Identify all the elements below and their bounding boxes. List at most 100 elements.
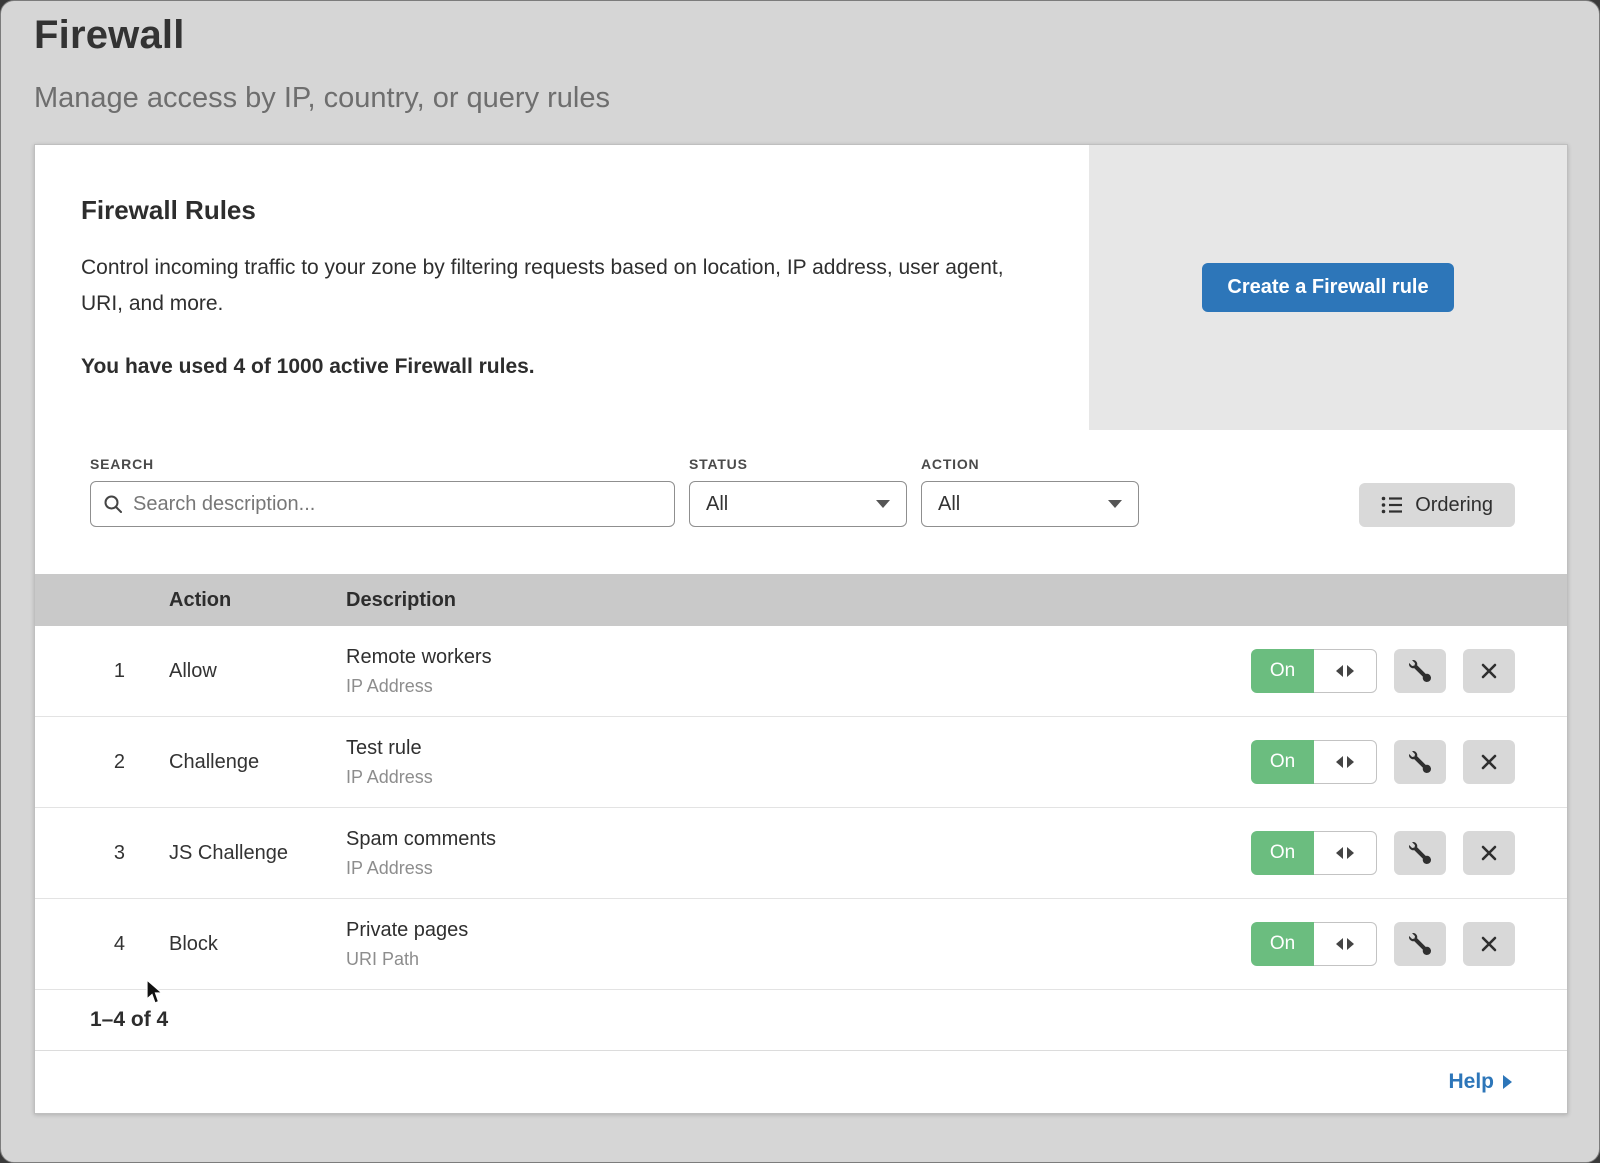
row-description-field: URI Path (346, 949, 1251, 970)
table-header: Action Description (35, 574, 1567, 626)
action-column-header: Action (169, 589, 346, 612)
arrow-right-icon (1503, 1075, 1512, 1089)
firewall-page: Firewall Manage access by IP, country, o… (0, 0, 1600, 1163)
arrow-right-icon (1347, 847, 1354, 859)
wrench-icon (1409, 842, 1431, 864)
description-column-header: Description (346, 589, 1567, 612)
delete-rule-button[interactable] (1463, 740, 1515, 784)
arrow-left-icon (1336, 847, 1343, 859)
status-selected-value: All (706, 493, 728, 516)
close-icon (1479, 752, 1499, 772)
ordered-list-icon (1381, 495, 1403, 515)
filters-bar: SEARCH STATUS All ACTION (35, 430, 1567, 574)
action-group: ACTION All (921, 456, 1139, 527)
row-description-field: IP Address (346, 858, 1251, 879)
arrow-right-icon (1347, 938, 1354, 950)
rule-toggle[interactable]: On (1251, 922, 1377, 966)
toggle-on-state[interactable]: On (1251, 831, 1314, 875)
rule-toggle[interactable]: On (1251, 649, 1377, 693)
toggle-off-handle[interactable] (1314, 740, 1377, 784)
arrow-right-icon (1347, 756, 1354, 768)
arrow-left-icon (1336, 938, 1343, 950)
row-action: JS Challenge (169, 842, 346, 865)
create-firewall-rule-button[interactable]: Create a Firewall rule (1202, 263, 1453, 312)
page-title: Firewall (34, 13, 1566, 58)
row-action: Allow (169, 660, 346, 683)
intro-section: Firewall Rules Control incoming traffic … (35, 145, 1567, 430)
row-action: Block (169, 933, 346, 956)
wrench-icon (1409, 751, 1431, 773)
table-row: 3 JS Challenge Spam comments IP Address … (35, 808, 1567, 899)
delete-rule-button[interactable] (1463, 922, 1515, 966)
row-controls: On (1251, 922, 1567, 966)
intro-action-panel: Create a Firewall rule (1089, 145, 1567, 430)
wrench-icon (1409, 660, 1431, 682)
search-icon (103, 494, 123, 514)
row-priority: 2 (35, 751, 169, 774)
toggle-on-state[interactable]: On (1251, 649, 1314, 693)
wrench-icon (1409, 933, 1431, 955)
chevron-down-icon (876, 500, 890, 508)
row-description-title: Private pages (346, 919, 1251, 942)
row-description: Test rule IP Address (346, 737, 1251, 788)
edit-rule-button[interactable] (1394, 740, 1446, 784)
ordering-button-label: Ordering (1415, 494, 1493, 517)
toggle-on-state[interactable]: On (1251, 740, 1314, 784)
intro-heading: Firewall Rules (81, 195, 1029, 226)
delete-rule-button[interactable] (1463, 649, 1515, 693)
toggle-off-handle[interactable] (1314, 831, 1377, 875)
row-description: Spam comments IP Address (346, 828, 1251, 879)
search-input[interactable] (133, 493, 662, 516)
row-description-field: IP Address (346, 676, 1251, 697)
status-dropdown[interactable]: All (689, 481, 907, 527)
pagination-text: 1–4 of 4 (90, 1008, 168, 1032)
help-footer: Help (35, 1050, 1567, 1113)
row-description: Private pages URI Path (346, 919, 1251, 970)
row-description-field: IP Address (346, 767, 1251, 788)
intro-text-block: Firewall Rules Control incoming traffic … (35, 145, 1089, 430)
row-controls: On (1251, 740, 1567, 784)
toggle-off-handle[interactable] (1314, 922, 1377, 966)
search-box (90, 481, 675, 527)
arrow-right-icon (1347, 665, 1354, 677)
action-dropdown[interactable]: All (921, 481, 1139, 527)
chevron-down-icon (1108, 500, 1122, 508)
delete-rule-button[interactable] (1463, 831, 1515, 875)
usage-text: You have used 4 of 1000 active Firewall … (81, 355, 1029, 379)
firewall-rules-card: Firewall Rules Control incoming traffic … (34, 144, 1568, 1114)
row-controls: On (1251, 831, 1567, 875)
row-action: Challenge (169, 751, 346, 774)
pagination-row: 1–4 of 4 (35, 990, 1567, 1050)
row-priority: 1 (35, 660, 169, 683)
status-group: STATUS All (689, 456, 907, 527)
rule-toggle[interactable]: On (1251, 831, 1377, 875)
status-label: STATUS (689, 456, 907, 472)
row-priority: 3 (35, 842, 169, 865)
close-icon (1479, 661, 1499, 681)
edit-rule-button[interactable] (1394, 649, 1446, 693)
close-icon (1479, 934, 1499, 954)
rule-toggle[interactable]: On (1251, 740, 1377, 784)
ordering-button[interactable]: Ordering (1359, 483, 1515, 527)
row-description-title: Spam comments (346, 828, 1251, 851)
page-subtitle: Manage access by IP, country, or query r… (34, 82, 1566, 115)
edit-rule-button[interactable] (1394, 922, 1446, 966)
action-label: ACTION (921, 456, 1139, 472)
table-row: 2 Challenge Test rule IP Address On (35, 717, 1567, 808)
row-priority: 4 (35, 933, 169, 956)
edit-rule-button[interactable] (1394, 831, 1446, 875)
arrow-left-icon (1336, 756, 1343, 768)
help-link[interactable]: Help (1448, 1070, 1512, 1094)
search-group: SEARCH (90, 456, 675, 527)
table-row: 4 Block Private pages URI Path On (35, 899, 1567, 990)
page-header: Firewall Manage access by IP, country, o… (1, 1, 1599, 115)
row-controls: On (1251, 649, 1567, 693)
search-label: SEARCH (90, 456, 675, 472)
action-selected-value: All (938, 493, 960, 516)
help-link-label: Help (1448, 1070, 1494, 1094)
row-description-title: Test rule (346, 737, 1251, 760)
toggle-on-state[interactable]: On (1251, 922, 1314, 966)
toggle-off-handle[interactable] (1314, 649, 1377, 693)
row-description-title: Remote workers (346, 646, 1251, 669)
arrow-left-icon (1336, 665, 1343, 677)
